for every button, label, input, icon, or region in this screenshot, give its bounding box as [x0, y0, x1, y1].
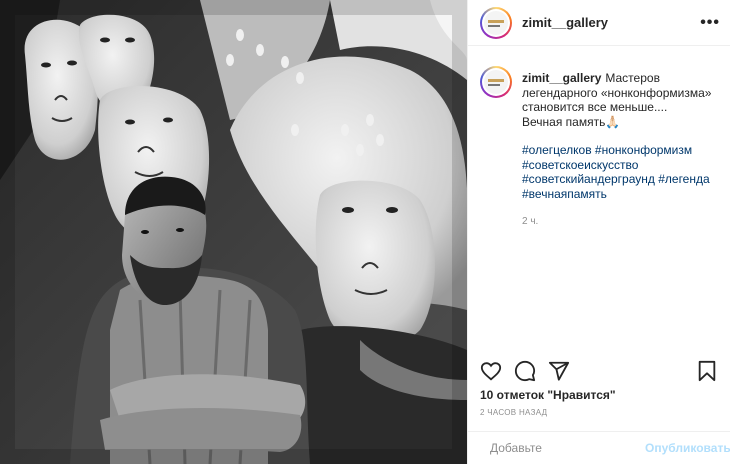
caption-time: 2 ч.	[522, 216, 539, 227]
bookmark-icon[interactable]	[696, 360, 718, 382]
posted-time[interactable]: 2 ЧАСОВ НАЗАД	[480, 408, 547, 417]
more-horizontal-icon[interactable]: •••	[700, 14, 720, 32]
publish-button[interactable]: Опубликовать	[645, 441, 730, 455]
comments-section: zimit__gallery Мастеров легендарного «нон…	[468, 56, 730, 230]
heart-icon[interactable]	[480, 360, 502, 382]
caption-username[interactable]: zimit__gallery	[522, 71, 601, 85]
comment-icon[interactable]	[514, 360, 536, 382]
caption-row: zimit__gallery Мастеров легендарного «нон…	[480, 56, 718, 230]
share-icon[interactable]	[548, 360, 570, 382]
instagram-post: zimit__gallery ••• zimit__gallery Мастеро…	[0, 0, 730, 464]
artist-portrait-image	[0, 0, 467, 464]
post-sidebar: zimit__gallery ••• zimit__gallery Мастеро…	[467, 0, 730, 464]
caption-avatar[interactable]	[480, 66, 512, 98]
avatar[interactable]	[480, 6, 512, 39]
comment-input[interactable]	[490, 441, 645, 455]
post-photo[interactable]	[0, 0, 467, 464]
caption-hashtags[interactable]: #олегцелков #нонконформизм #советскоеиск…	[522, 143, 718, 201]
add-comment-bar: Опубликовать	[468, 431, 730, 464]
likes-count[interactable]: 10 отметок "Нравится"	[480, 388, 616, 402]
action-bar	[480, 359, 718, 383]
caption-body: zimit__gallery Мастеров легендарного «нон…	[522, 71, 718, 230]
header-username[interactable]: zimit__gallery	[522, 15, 608, 30]
post-header: zimit__gallery •••	[468, 0, 730, 46]
hashtag-links[interactable]: #олегцелков #нонконформизм #советскоеиск…	[522, 143, 710, 201]
